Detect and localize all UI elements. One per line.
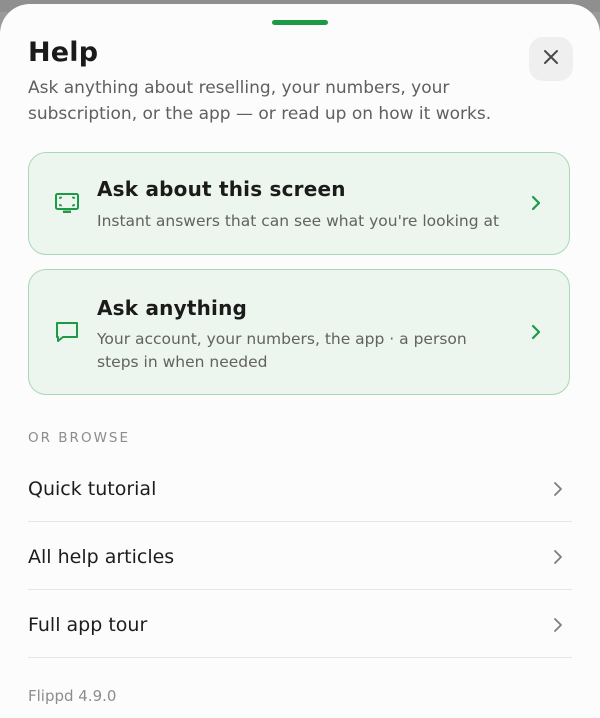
chevron-right-icon <box>529 193 543 213</box>
ask-anything-card[interactable]: Ask anything Your account, your numbers,… <box>28 269 570 395</box>
app-version: Flippd 4.9.0 <box>28 687 117 705</box>
full-app-tour-link[interactable]: Full app tour <box>28 590 572 658</box>
quick-tutorial-link[interactable]: Quick tutorial <box>28 454 572 522</box>
chat-bubble-icon <box>53 318 81 346</box>
list-item-label: All help articles <box>28 546 175 568</box>
screen-capture-icon <box>53 189 81 217</box>
close-icon <box>542 48 560 70</box>
card-description: Instant answers that can see what you're… <box>97 212 500 230</box>
all-help-articles-link[interactable]: All help articles <box>28 522 572 590</box>
page-title: Help <box>28 37 99 68</box>
card-title: Ask anything <box>97 296 248 320</box>
chevron-right-icon <box>552 616 564 634</box>
card-description: Your account, your numbers, the app · a … <box>97 330 467 371</box>
chevron-right-icon <box>552 548 564 566</box>
sheet-grabber[interactable] <box>272 20 328 25</box>
help-sheet: Help Ask anything about reselling, your … <box>0 4 600 718</box>
chevron-right-icon <box>552 480 564 498</box>
chevron-right-icon <box>529 322 543 342</box>
page-subtitle: Ask anything about reselling, your numbe… <box>28 78 492 124</box>
ask-about-screen-card[interactable]: Ask about this screen Instant answers th… <box>28 152 570 255</box>
list-item-label: Full app tour <box>28 614 148 636</box>
list-item-label: Quick tutorial <box>28 478 157 500</box>
section-label-browse: OR BROWSE <box>28 430 131 446</box>
card-title: Ask about this screen <box>97 177 346 201</box>
